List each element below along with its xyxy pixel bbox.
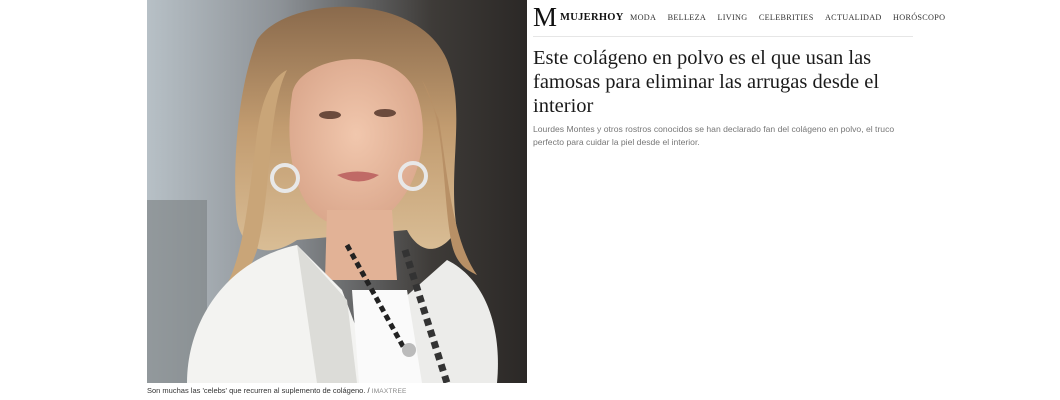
nav-item-actualidad[interactable]: ACTUALIDAD bbox=[825, 13, 882, 22]
nav-item-moda[interactable]: MODA bbox=[630, 13, 656, 22]
hero-photo[interactable] bbox=[147, 0, 527, 383]
site-logo[interactable]: M MUJERHOY bbox=[533, 2, 624, 32]
site-header: M MUJERHOY MODA BELLEZA LIVING CELEBRITI… bbox=[533, 0, 945, 37]
article-title[interactable]: Este colágeno en polvo es el que usan la… bbox=[533, 46, 913, 118]
photo-caption: Son muchas las 'celebs' que recurren al … bbox=[147, 386, 407, 395]
nav-item-belleza[interactable]: BELLEZA bbox=[668, 13, 706, 22]
hero-photo-illustration bbox=[147, 0, 527, 383]
main-nav: MODA BELLEZA LIVING CELEBRITIES ACTUALID… bbox=[630, 13, 957, 22]
article-subtitle: Lourdes Montes y otros rostros conocidos… bbox=[533, 124, 895, 147]
nav-item-living[interactable]: LIVING bbox=[717, 13, 747, 22]
nav-item-celebrities[interactable]: CELEBRITIES bbox=[759, 13, 814, 22]
photo-credit: IMAXTREE bbox=[371, 388, 407, 395]
nav-item-horoscopo[interactable]: HORÓSCOPO bbox=[893, 13, 945, 22]
caption-text: Son muchas las 'celebs' que recurren al … bbox=[147, 386, 370, 395]
logo-mark: M bbox=[533, 2, 558, 32]
logo-text: MUJERHOY bbox=[560, 11, 624, 23]
